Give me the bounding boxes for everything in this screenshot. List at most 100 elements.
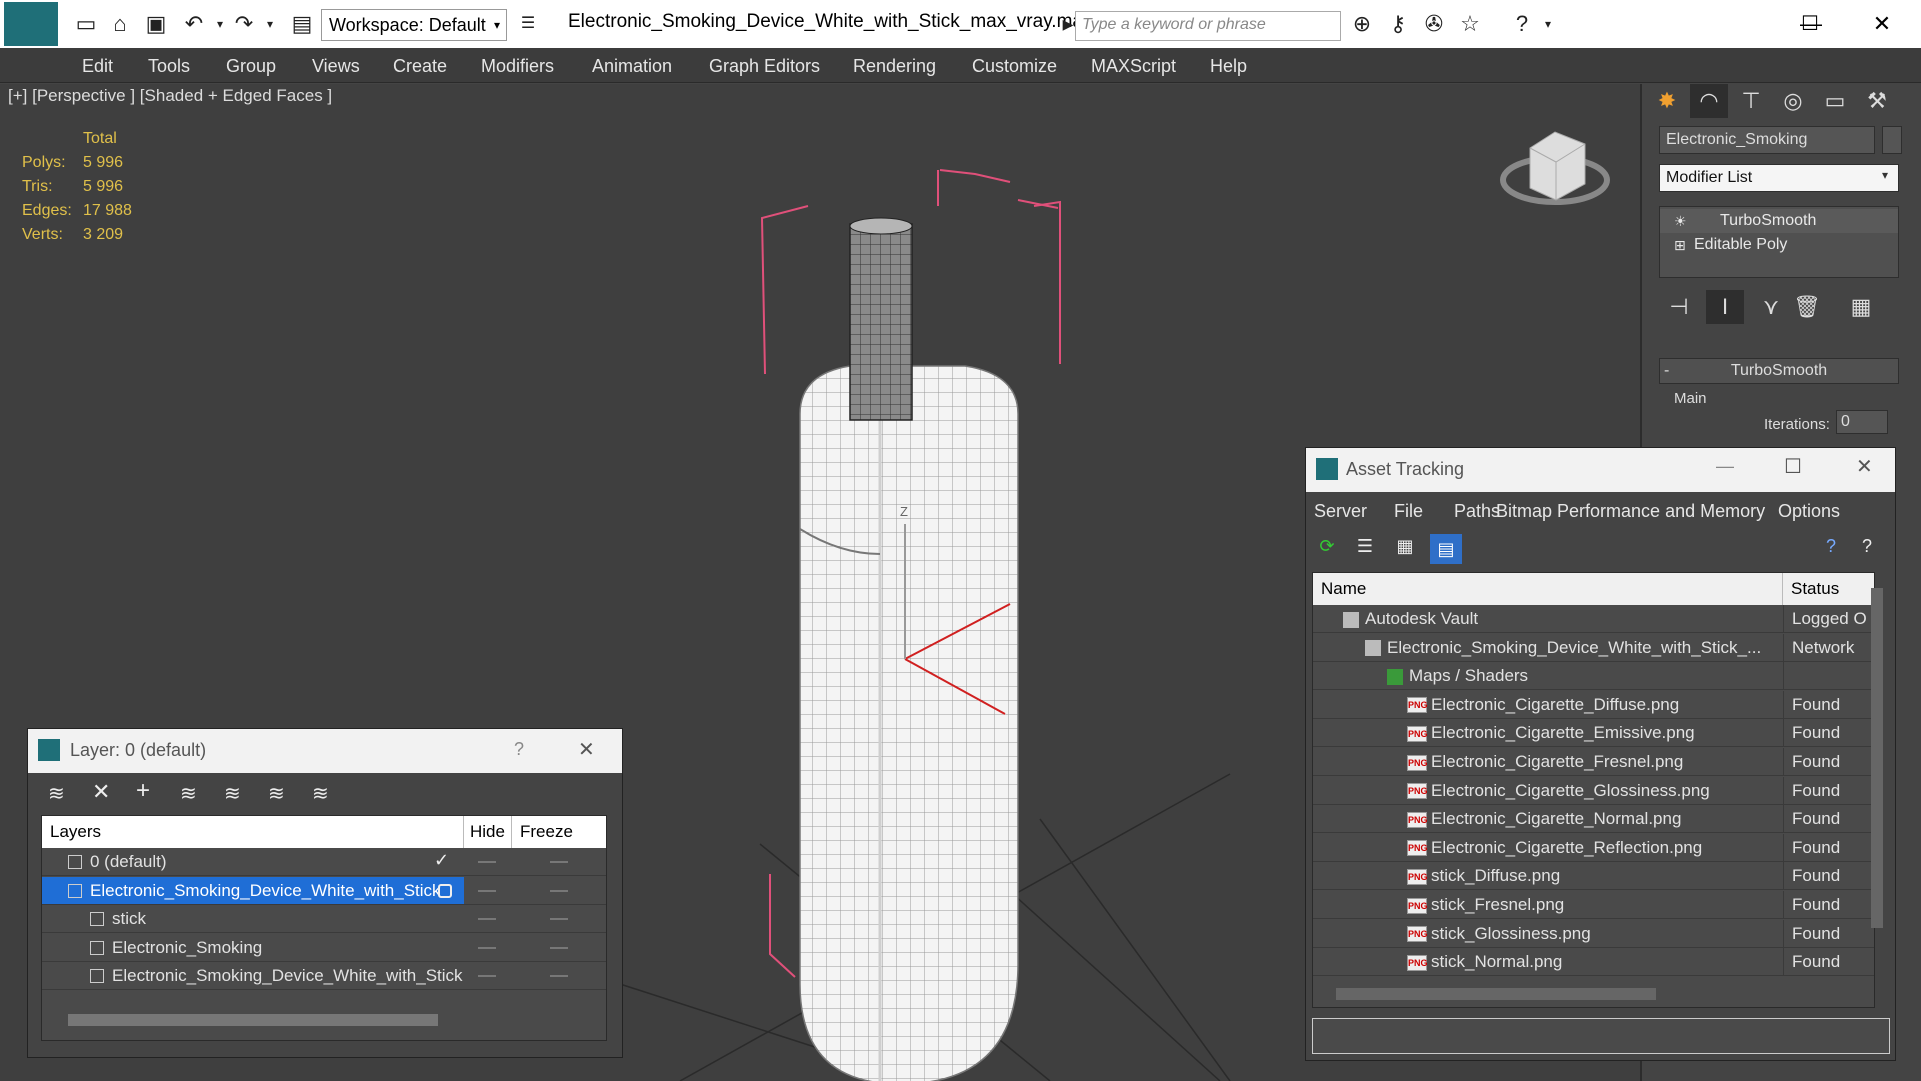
select-objects-icon[interactable]: ≋ [180,781,197,806]
menu-edit[interactable]: Edit [82,56,113,77]
help-context-icon[interactable]: ? [1862,536,1872,557]
menu-help[interactable]: Help [1210,56,1247,77]
help-icon[interactable]: ? [1826,536,1836,557]
column-header-status[interactable]: Status [1783,573,1874,605]
menu-bitmap-performance[interactable]: Bitmap Performance and Memory [1496,501,1765,522]
highlight-layer-icon[interactable]: ≋ [224,781,241,806]
stack-item-editable-poly[interactable]: ⊞ Editable Poly [1660,233,1898,257]
binoculars-icon[interactable]: ⊕ [1348,10,1376,38]
layer-row[interactable]: Electronic_Smoking [42,934,606,962]
help-button[interactable]: ? [514,739,524,760]
search-input[interactable]: Type a keyword or phrase [1075,11,1341,41]
table-row[interactable]: PNG Electronic_Cigarette_Reflection.png Fo… [1313,833,1874,862]
key-icon[interactable]: ⚷ [1384,10,1412,38]
configure-sets-icon[interactable]: ▦ [1842,290,1880,324]
show-end-result-icon[interactable]: I [1706,290,1744,324]
table-row[interactable]: PNG Electronic_Cigarette_Fresnel.png Found [1313,748,1874,776]
path-field[interactable] [1312,1018,1890,1054]
iterations-spinner[interactable]: 0 [1836,410,1888,434]
utilities-tab-icon[interactable]: ⚒ [1858,84,1896,118]
object-color-swatch[interactable] [1882,126,1902,154]
layer-row[interactable]: Electronic_Smoking_Device_White_with_Sti… [42,962,606,990]
pin-stack-icon[interactable]: ⊣ [1660,290,1698,324]
menu-customize[interactable]: Customize [972,56,1057,77]
hide-toggle[interactable] [478,946,496,949]
list-view-icon[interactable]: ☰ [1352,536,1378,562]
add-to-layer-icon[interactable]: + [136,777,150,805]
minimize-button[interactable]: — [1716,456,1734,477]
table-row[interactable]: PNG stick_Glossiness.png Found [1313,919,1874,948]
freeze-toggle[interactable] [550,975,568,977]
menu-modifiers[interactable]: Modifiers [481,56,554,77]
freeze-toggle[interactable] [550,889,568,892]
open-file-icon[interactable]: ⌂ [106,10,134,38]
modify-tab-icon[interactable]: ◠ [1690,84,1728,118]
layer-row[interactable]: 0 (default) ✓ [42,848,606,876]
vertical-scrollbar[interactable] [1871,588,1883,928]
stack-item-turbosmooth[interactable]: ☀ TurboSmooth [1660,209,1898,233]
table-row[interactable]: PNG Electronic_Cigarette_Normal.png Found [1313,805,1874,834]
menu-server[interactable]: Server [1314,501,1367,522]
create-tab-icon[interactable]: ✸ [1648,84,1686,118]
table-row[interactable]: PNG stick_Normal.png Found [1313,948,1874,977]
connect-icon[interactable]: ✇ [1420,10,1448,38]
freeze-toggle[interactable] [550,918,568,920]
thumbnail-view-icon[interactable]: ▦ [1392,536,1418,562]
redo-icon[interactable]: ↷ [230,10,258,38]
layer-dialog-titlebar[interactable]: Layer: 0 (default) ? ✕ [28,729,622,773]
hide-toggle[interactable] [478,918,496,920]
hide-all-layers-icon[interactable]: ≋ [268,781,285,806]
maximize-button-square[interactable]: ☐ [1790,6,1830,42]
expand-plus-icon[interactable]: ⊞ [1674,233,1686,257]
table-row[interactable]: PNG Electronic_Cigarette_Glossiness.png Fo… [1313,776,1874,805]
remove-modifier-icon[interactable]: 🗑 [1788,290,1826,324]
close-button[interactable]: ✕ [1862,6,1902,42]
workspace-dropdown[interactable]: Workspace: Default ▾ [321,9,507,41]
hide-toggle[interactable] [478,975,496,977]
favorites-star-icon[interactable]: ☆ [1456,10,1484,38]
freeze-toggle[interactable] [550,861,568,863]
column-header-freeze[interactable]: Freeze [512,816,606,848]
freeze-toggle[interactable] [550,946,568,949]
menu-animation[interactable]: Animation [592,56,672,77]
column-header-hide[interactable]: Hide [464,816,512,848]
hierarchy-tab-icon[interactable]: ⊤ [1732,84,1770,118]
app-logo-icon[interactable] [4,2,58,46]
active-layer-check-icon[interactable]: ✓ [434,850,449,871]
close-button[interactable]: ✕ [578,737,595,762]
set-current-layer-icon[interactable] [438,883,452,898]
make-unique-icon[interactable]: ⋎ [1752,290,1790,324]
close-button[interactable]: ✕ [1856,454,1873,479]
menu-group[interactable]: Group [226,56,276,77]
motion-tab-icon[interactable]: ◎ [1774,84,1812,118]
table-row[interactable]: PNG stick_Fresnel.png Found [1313,891,1874,919]
display-tab-icon[interactable]: ▭ [1816,84,1854,118]
create-layer-icon[interactable]: ≋ [48,781,65,806]
hide-toggle[interactable] [478,889,496,892]
object-name-field[interactable]: Electronic_Smoking [1659,126,1875,154]
delete-layer-icon[interactable]: ✕ [92,779,110,805]
save-icon[interactable]: ▣ [142,10,170,38]
freeze-all-layers-icon[interactable]: ≋ [312,781,329,806]
horizontal-scrollbar[interactable] [1336,988,1656,1000]
turbosmooth-rollout[interactable]: - TurboSmooth [1659,358,1899,384]
horizontal-scrollbar[interactable] [68,1014,438,1026]
table-row[interactable]: PNG Electronic_Cigarette_Diffuse.png Found [1313,690,1874,719]
maximize-button[interactable]: ☐ [1784,454,1802,479]
lightbulb-icon[interactable]: ☀ [1674,209,1687,233]
hide-toggle[interactable] [478,861,496,863]
table-row[interactable]: Maps / Shaders [1313,662,1874,691]
modifier-list-dropdown[interactable]: Modifier List [1659,164,1899,192]
refresh-icon[interactable]: ⟳ [1314,536,1340,562]
table-row[interactable]: PNG Electronic_Cigarette_Emissive.png Foun… [1313,719,1874,748]
menu-graph-editors[interactable]: Graph Editors [709,56,820,77]
undo-icon[interactable]: ↶ [180,10,208,38]
workspace-menu-icon[interactable]: ☰ [514,10,542,38]
table-row[interactable]: PNG stick_Diffuse.png Found [1313,862,1874,891]
project-folder-icon[interactable]: ▤ [288,10,316,38]
column-header-layers[interactable]: Layers [42,816,464,848]
menu-rendering[interactable]: Rendering [853,56,936,77]
redo-dropdown-icon[interactable]: ▾ [256,10,284,38]
layer-row[interactable]: Electronic_Smoking_Device_White_with_Sti… [42,876,606,905]
table-row[interactable]: Electronic_Smoking_Device_White_with_Sti… [1313,633,1874,662]
